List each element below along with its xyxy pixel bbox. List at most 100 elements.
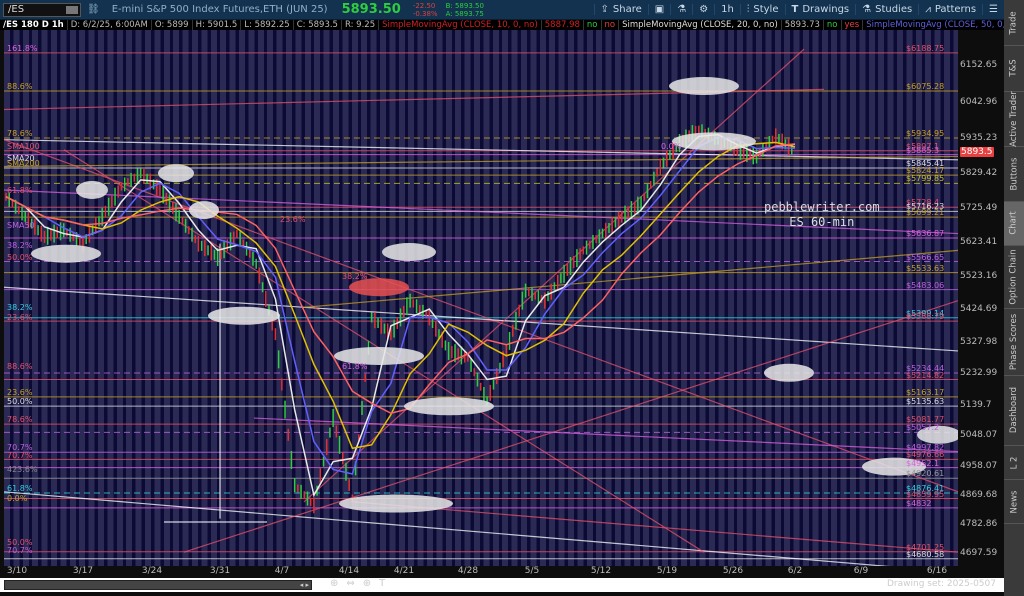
price-level-label: $4952.1 [906, 458, 940, 468]
patterns-button[interactable]: ⩘ Patterns [918, 4, 982, 15]
date-tick: 6/16 [926, 566, 948, 576]
side-tab-l-2[interactable]: L 2 [1004, 446, 1024, 481]
bottom-bar: ◂ ▸ ⊕ ⇔ ⊕ T Drawing set: 2025-0507 [0, 578, 1004, 592]
price-level-label: $4920.61 [906, 469, 945, 479]
pan-icon[interactable]: ⇔ [346, 578, 354, 589]
side-tab-option-chain[interactable]: Option Chain [1004, 246, 1024, 310]
flask-button[interactable]: ⚗ [670, 4, 692, 15]
price-level-label: $5533.63 [906, 263, 945, 273]
fib-label: 23.6% [7, 313, 33, 323]
date-tick: 3/17 [72, 566, 94, 576]
highlight-ellipse [31, 244, 101, 263]
side-tab-label: News [1009, 490, 1019, 514]
patterns-label: Patterns [934, 4, 977, 15]
menu-icon: ☰ [989, 4, 998, 15]
date-axis[interactable]: 3/10 3/17 3/24 3/31 4/7 4/14 4/21 4/28 5/5 5/12 5/… [4, 566, 958, 578]
side-tab-t-s[interactable]: T&S [1004, 46, 1024, 92]
fib-label: 50.0% [7, 252, 33, 262]
drawing-set[interactable]: Drawing set: 2025-0507 [887, 579, 996, 589]
date-tick: 6/2 [787, 566, 803, 576]
price-level-label: $4859.95 [906, 489, 945, 499]
side-tab-chart[interactable]: Chart [1004, 202, 1024, 246]
studies-button[interactable]: ⚗ Studies [855, 4, 918, 15]
symbol-selector[interactable]: /ES [3, 2, 81, 17]
side-tab-label: Active Trader [1009, 91, 1020, 147]
date-tick: 4/7 [274, 566, 290, 576]
fib-label: SMA200 [7, 159, 40, 169]
crosshair-icon[interactable]: ⊕ [363, 578, 371, 589]
price-tick: 5327.98 [960, 336, 998, 347]
highlight-ellipse [404, 397, 494, 416]
chevron-down-icon[interactable] [66, 5, 78, 14]
side-tab-label: T&S [1009, 59, 1019, 77]
price-tick: 4697.59 [960, 548, 998, 558]
trendline [4, 139, 958, 493]
alert-button[interactable]: ▣ [647, 4, 670, 15]
fib-label: SMA50 [7, 221, 35, 231]
sma20-flag-2: yes [842, 20, 864, 30]
fib-label: 38.2% [342, 271, 368, 281]
fib-label: 50.0% [7, 397, 33, 407]
price-level-label: $5885.3 [906, 145, 940, 155]
fib-label: 0.0% [7, 493, 28, 503]
highlight-ellipse [764, 363, 814, 382]
fib-label: 61.8% [7, 484, 33, 494]
scroll-arrows-icon[interactable]: ◂ ▸ [300, 581, 309, 590]
date-tick: 3/24 [141, 566, 163, 576]
price-tick: 5829.42 [960, 168, 998, 179]
date-tick: 4/14 [338, 566, 360, 576]
zoom-icon[interactable]: ⊕ [330, 578, 338, 589]
sma10-value: 5887.98 [542, 20, 584, 30]
fib-label: 61.8% [342, 362, 368, 372]
side-tab-phase-scores[interactable]: Phase Scores [1004, 309, 1024, 377]
style-button[interactable]: ⫶ Style [739, 4, 785, 15]
drawings-button[interactable]: T Drawings [784, 4, 856, 15]
chart-plot-area[interactable]: pebblewriter.com ES 60-min $6188.75 $6075.… [4, 30, 958, 566]
net-change: -22.50 [412, 1, 436, 10]
ask: A: 5893.75 [445, 9, 484, 18]
flask-icon: ⚗ [677, 4, 687, 15]
share-icon: ⇪ [600, 4, 609, 15]
date-tick: 5/12 [590, 566, 612, 576]
highlight-ellipse [158, 164, 194, 183]
price-level-label: $4832 [906, 498, 932, 508]
price-tick: 5424.69 [960, 304, 998, 315]
style-label: Style [753, 4, 779, 15]
side-tab-dashboard[interactable]: Dashboard [1004, 376, 1024, 446]
horizontal-scrollbar[interactable]: ◂ ▸ [4, 580, 312, 590]
current-price-tag: 5893.5 [960, 146, 994, 157]
settings-button[interactable]: ⚙ [692, 4, 714, 15]
sma20-flag-1: no [824, 20, 842, 30]
side-tab-active-trader[interactable]: Active Trader [1004, 91, 1024, 147]
sma20-label[interactable]: SimpleMovingAvg (CLOSE, 20, 0, no) [619, 20, 782, 30]
menu-button[interactable]: ☰ [982, 4, 1004, 15]
fib-label: 38.2% [7, 241, 33, 251]
fib-label: 23.6% [7, 387, 33, 397]
date-tick: 4/21 [393, 566, 415, 576]
highlight-ellipse [349, 278, 409, 297]
price-level-label: $5057.2 [906, 423, 940, 433]
timeframe-button[interactable]: 1h [714, 4, 740, 15]
sma10-flag-2: no [602, 20, 620, 30]
link-icon[interactable]: ⛓ [81, 4, 106, 15]
watermark-site: pebblewriter.com [764, 200, 880, 214]
side-tab-news[interactable]: News [1004, 481, 1024, 524]
chart-spec: /ES 180 D 1h [0, 20, 68, 30]
fib-label: 70.7% [7, 450, 33, 460]
price-level-label: $5135.63 [906, 397, 945, 407]
price-tick: 5232.99 [960, 368, 998, 379]
price-tick: 4782.86 [960, 519, 998, 530]
share-button[interactable]: ⇪ Share [593, 4, 648, 15]
price-level-label: $5388.79 [906, 312, 945, 322]
text-tool-icon[interactable]: T [379, 578, 385, 589]
percent-change: -0.38% [412, 9, 438, 18]
bar-high: H: 5901.5 [193, 20, 242, 30]
side-tab-buttons[interactable]: Buttons [1004, 147, 1024, 203]
chart-info-bar: /ES 180 D 1h D: 6/2/25, 6:00AM O: 5899 H… [0, 20, 1004, 30]
price-axis[interactable]: 6152.65 6042.96 5935.23 5829.42 5725.49 5623.… [958, 30, 1004, 566]
sma10-label[interactable]: SimpleMovingAvg (CLOSE, 10, 0, no) [379, 20, 542, 30]
trendline [4, 139, 958, 161]
fib-label: 61.8% [7, 186, 33, 195]
sma50-label[interactable]: SimpleMovingAvg (CLOSE, 50, 0, no) [863, 20, 1004, 30]
side-tab-trade[interactable]: Trade [1004, 2, 1024, 46]
